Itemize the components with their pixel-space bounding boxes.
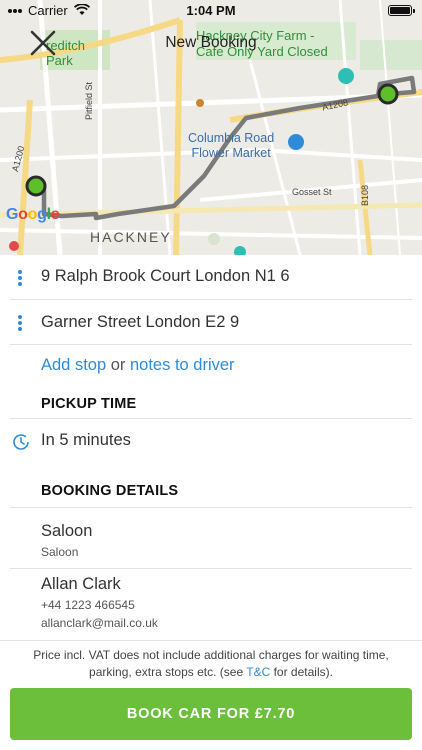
google-logo: Google (6, 206, 60, 223)
passenger-row[interactable]: Allan Clark +44 1223 466545 allanclark@m… (0, 569, 422, 639)
pickup-address[interactable]: 9 Ralph Brook Court London N1 6 (41, 267, 290, 286)
clock-icon (13, 434, 29, 450)
pickup-dots-icon (18, 270, 22, 288)
map-label-gosset: Gosset St (292, 187, 332, 197)
dropoff-dots-icon (18, 315, 22, 333)
or-text: or (110, 356, 126, 374)
pickup-marker (25, 175, 47, 197)
divider (0, 640, 422, 641)
tc-link[interactable]: T&C (246, 665, 270, 679)
dropoff-marker (377, 83, 399, 105)
vehicle-subtitle: Saloon (41, 545, 79, 559)
dropoff-address[interactable]: Garner Street London E2 9 (41, 313, 239, 332)
status-time: 1:04 PM (186, 3, 236, 18)
divider (10, 418, 412, 419)
page-title: New Booking (165, 34, 257, 51)
passenger-email: allanclark@mail.co.uk (41, 616, 158, 630)
passenger-name: Allan Clark (41, 575, 121, 593)
notes-to-driver-link[interactable]: notes to driver (130, 356, 235, 374)
vehicle-row[interactable]: Saloon Saloon (0, 508, 422, 568)
map-label-columbia-road: Columbia Road Flower Market (188, 131, 275, 160)
booking-details-heading: BOOKING DETAILS (41, 483, 179, 499)
divider (10, 344, 412, 345)
book-car-button[interactable]: BOOK CAR FOR £7.70 (10, 688, 412, 740)
map-label-hackney: HACKNEY (90, 229, 172, 245)
map-label-b108: B108 (360, 184, 370, 206)
battery-icon (388, 5, 415, 16)
passenger-phone: +44 1223 466545 (41, 598, 135, 612)
divider (10, 299, 412, 300)
status-bar: Carrier 1:04 PM (0, 0, 422, 22)
vehicle-title: Saloon (41, 522, 93, 540)
pickup-time-value[interactable]: In 5 minutes (41, 431, 131, 450)
stop-notes-line: Add stop or notes to driver (41, 356, 235, 375)
price-disclaimer: Price incl. VAT does not include additio… (33, 648, 389, 679)
pickup-time-heading: PICKUP TIME (41, 396, 137, 412)
add-stop-link[interactable]: Add stop (41, 356, 106, 374)
map-label-pitfield: Pitfield St (84, 81, 94, 120)
